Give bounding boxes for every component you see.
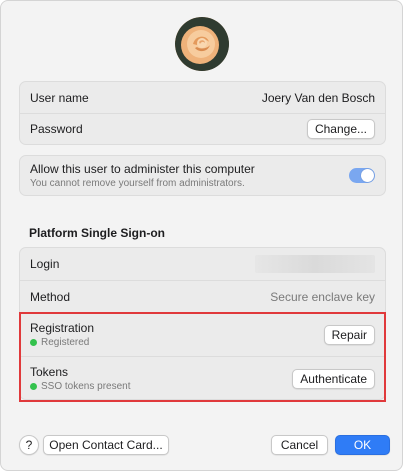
repair-button[interactable]: Repair [323,324,375,345]
open-contact-card-button[interactable]: Open Contact Card... [43,435,169,455]
registration-status: Registered [30,337,94,348]
admin-row: Allow this user to administer this compu… [20,156,385,195]
password-label: Password [30,122,83,136]
login-row: Login [20,248,385,280]
user-name-label: User name [30,90,89,105]
admin-label: Allow this user to administer this compu… [30,162,255,176]
sso-group: Login Method Secure enclave key Registra… [19,247,386,400]
tokens-status-text: SSO tokens present [41,381,131,392]
user-name-value: Joery Van den Bosch [261,90,375,105]
ok-button[interactable]: OK [335,435,390,455]
account-group: User name Joery Van den Bosch Password C… [19,81,386,145]
cancel-button[interactable]: Cancel [271,435,328,455]
tokens-label: Tokens [30,365,69,379]
tokens-status: SSO tokens present [30,381,131,392]
status-dot-icon [30,339,37,346]
user-name-row: User name Joery Van den Bosch [20,82,385,113]
registration-label: Registration [30,321,95,335]
password-row: Password Change... [20,113,385,144]
registration-status-text: Registered [41,337,90,348]
rose-icon [175,17,229,71]
user-details-sheet: User name Joery Van den Bosch Password C… [0,0,403,471]
change-password-button[interactable]: Change... [306,119,375,139]
status-dot-icon [30,383,37,390]
login-label: Login [30,257,60,271]
method-value: Secure enclave key [270,289,375,304]
admin-toggle[interactable] [349,168,375,183]
method-label: Method [30,289,71,304]
login-value-redacted [255,255,375,273]
tokens-row: Tokens SSO tokens present Authenticate [20,356,385,400]
admin-group: Allow this user to administer this compu… [19,155,386,196]
help-button[interactable]: ? [19,435,39,455]
method-row: Method Secure enclave key [20,280,385,312]
user-avatar[interactable] [175,17,229,71]
sso-section-title: Platform Single Sign-on [29,226,166,240]
authenticate-button[interactable]: Authenticate [292,368,375,389]
registration-row: Registration Registered Repair [20,312,385,356]
admin-note: You cannot remove yourself from administ… [30,178,245,189]
